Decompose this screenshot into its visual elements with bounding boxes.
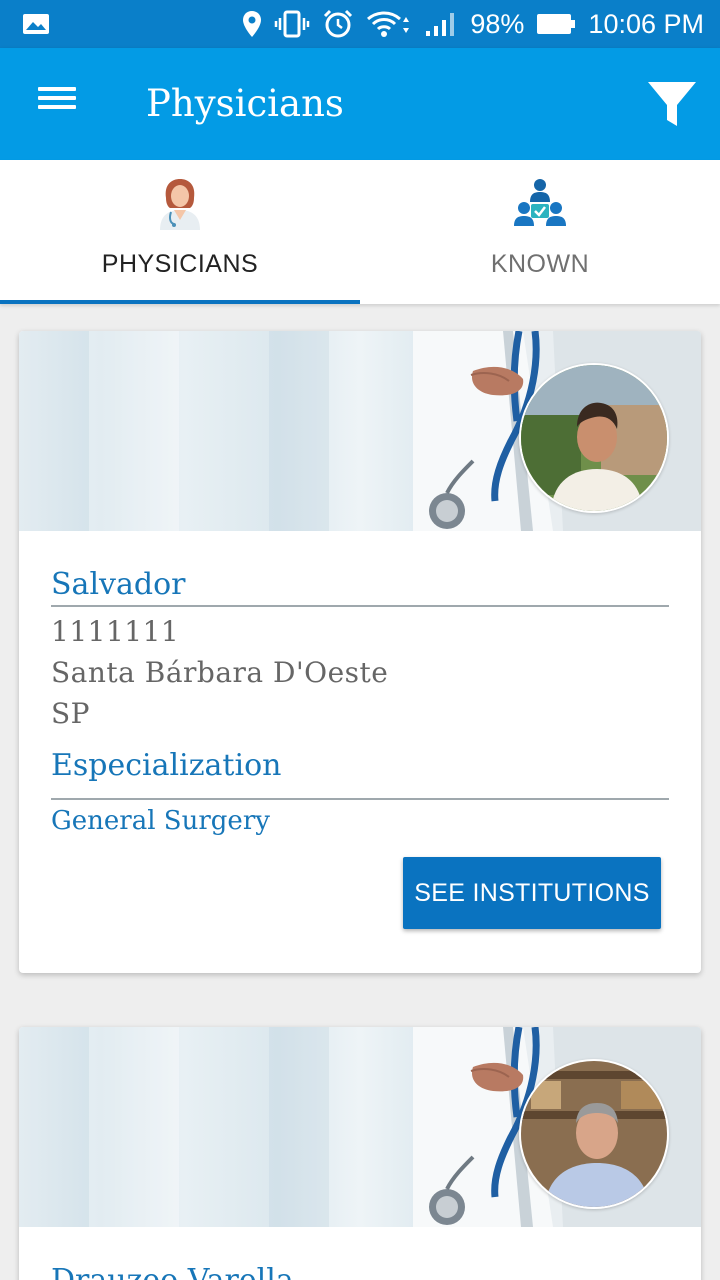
menu-icon[interactable]	[28, 82, 84, 126]
tab-known[interactable]: KNOWN	[360, 160, 720, 304]
avatar	[519, 363, 669, 513]
card-body: Salvador 1111111 Santa Bárbara D'Oeste S…	[19, 531, 701, 836]
vibrate-icon	[274, 10, 310, 38]
clock: 10:06 PM	[588, 8, 704, 39]
card-body: Drauzeo Varella	[19, 1227, 701, 1280]
tab-bar: PHYSICIANS KNOWN	[0, 160, 720, 304]
specialization-label: Especialization	[51, 736, 669, 800]
status-bar: 98% 10:06 PM	[0, 0, 720, 48]
physician-city: Santa Bárbara D'Oeste	[51, 656, 389, 689]
physician-id: 1111111	[51, 615, 180, 648]
tab-label: PHYSICIANS	[101, 250, 259, 278]
app-bar: Physicians	[0, 48, 720, 160]
page-title: Physicians	[146, 82, 344, 125]
alarm-icon	[322, 9, 354, 39]
gallery-icon	[22, 12, 50, 43]
card-banner	[19, 1027, 701, 1227]
tab-physicians[interactable]: PHYSICIANS	[0, 160, 360, 304]
see-institutions-button[interactable]: SEE INSTITUTIONS	[403, 857, 661, 929]
location-icon	[242, 10, 262, 38]
physician-card: Drauzeo Varella	[19, 1027, 701, 1280]
physician-name: Drauzeo Varella	[51, 1227, 669, 1280]
battery-percent: 98%	[470, 8, 525, 39]
physician-card: Salvador 1111111 Santa Bárbara D'Oeste S…	[19, 331, 701, 973]
avatar	[519, 1059, 669, 1209]
battery-icon	[536, 12, 576, 36]
physician-name: Salvador	[51, 531, 669, 607]
physician-icon	[152, 176, 208, 232]
wifi-icon	[366, 9, 412, 39]
physician-state: SP	[51, 697, 91, 730]
network-icon	[512, 176, 568, 232]
tab-label: KNOWN	[490, 250, 590, 278]
signal-icon	[424, 10, 458, 38]
specialization-value: General Surgery	[51, 806, 270, 836]
card-banner	[19, 331, 701, 531]
filter-icon[interactable]	[646, 78, 698, 130]
